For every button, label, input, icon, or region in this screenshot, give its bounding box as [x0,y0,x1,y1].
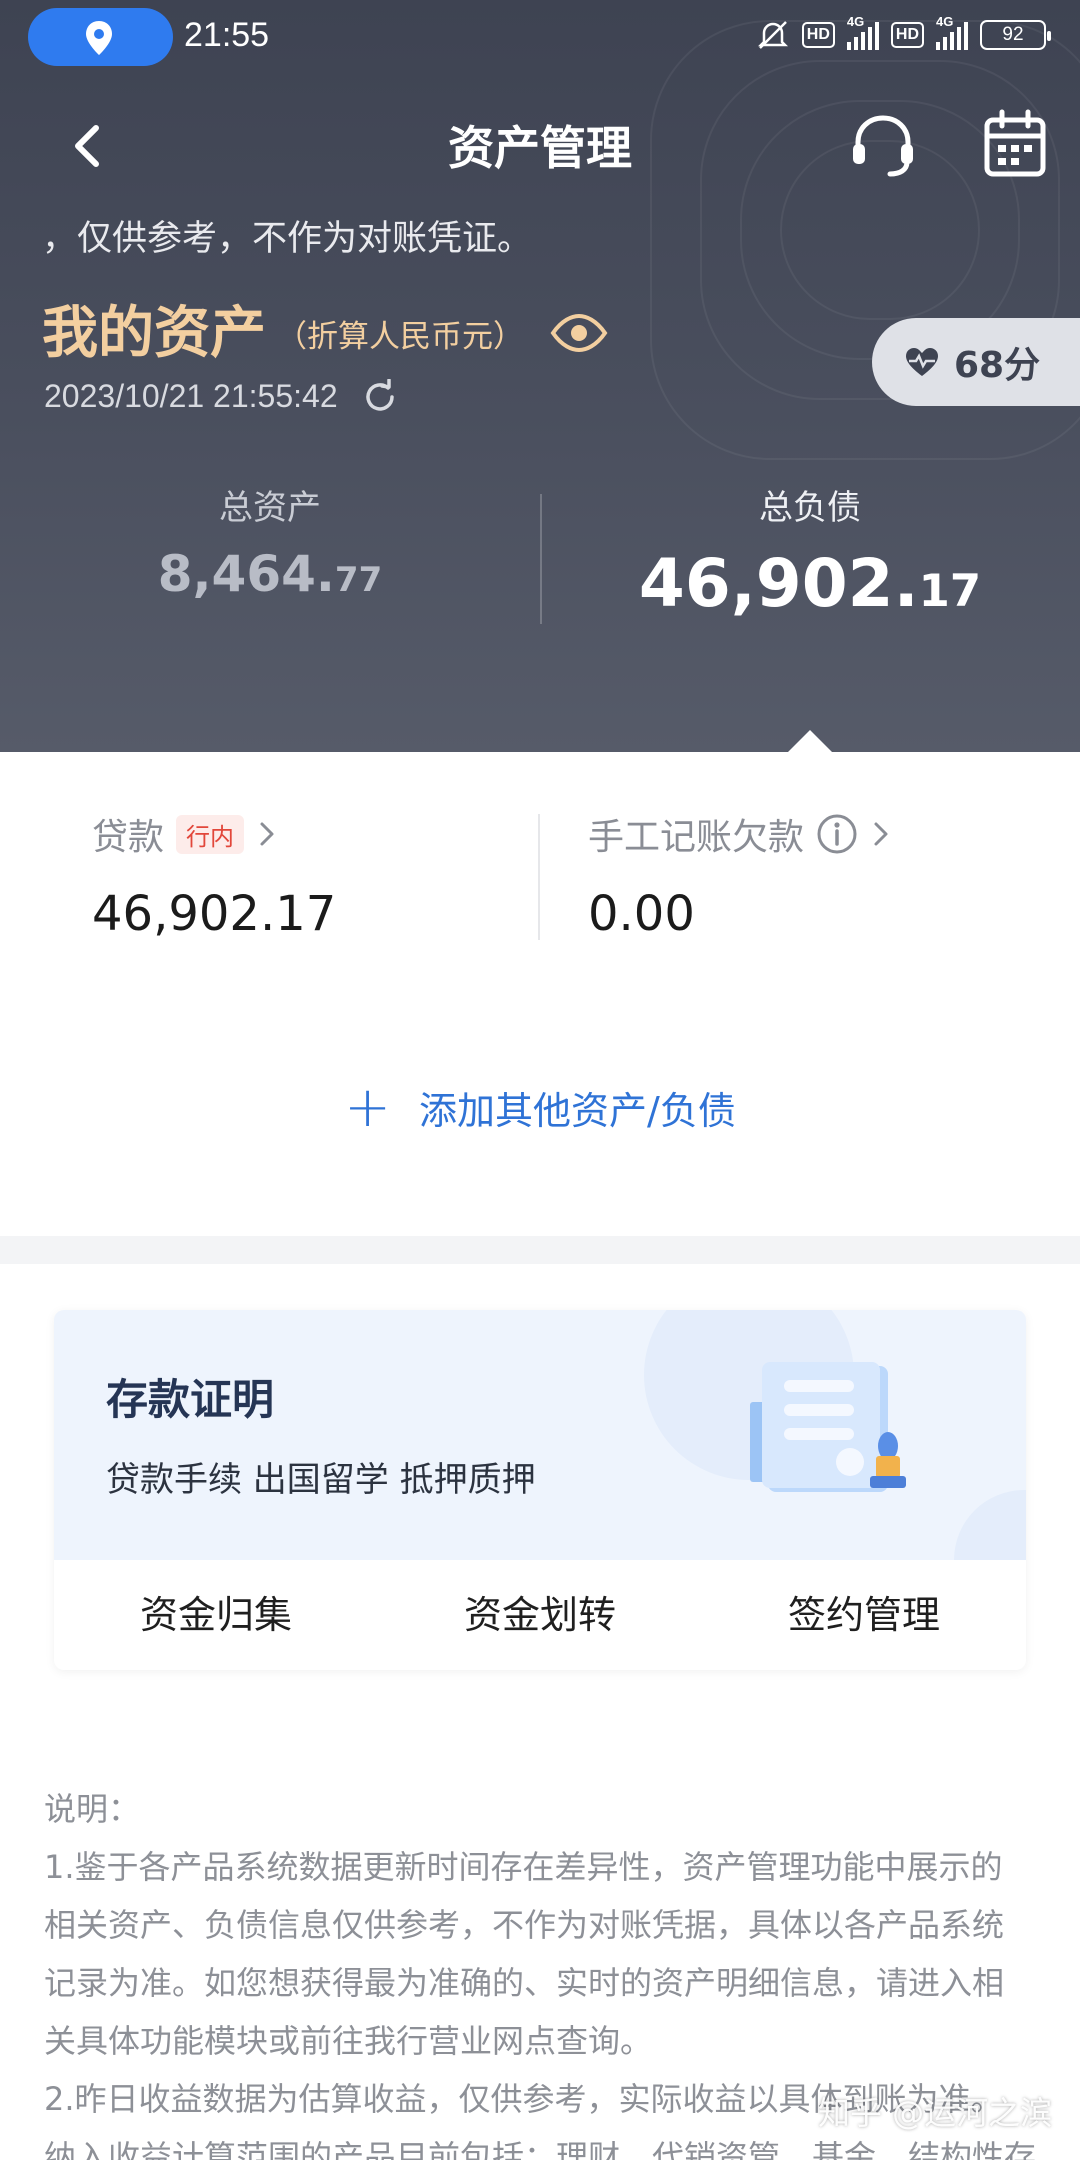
total-liabilities-value: 46,902.17 [638,545,982,622]
chevron-right-icon [260,822,274,846]
watermark: 知乎 @运河之滨 [818,2094,1053,2132]
signal-icon: 4G [846,14,879,50]
update-timestamp: 2023/10/21 21:55:42 [44,378,398,415]
hd-badge: HD [801,22,835,48]
nav-bar: 资产管理 [0,100,1080,190]
liability-divider [538,814,540,940]
status-bar: 21:55 HD 4G HD 4G 92 [0,0,1080,76]
deposit-actions: 资金归集 资金划转 签约管理 [54,1560,1026,1670]
totals-summary: 总资产 8,464.77 总负债 46,902.17 [0,480,1080,640]
refresh-icon[interactable] [362,378,398,415]
heart-pulse-icon [906,348,938,376]
eye-icon[interactable] [550,313,608,352]
currency-note: （折算人民币元） [276,319,524,355]
signal-icon: 4G [936,14,968,50]
fund-pooling-button[interactable]: 资金归集 [54,1560,378,1670]
total-liabilities[interactable]: 总负债 46,902.17 [540,480,1080,622]
fund-transfer-button[interactable]: 资金划转 [378,1560,702,1670]
asset-header: 21:55 HD 4G HD 4G 92 资产管理 ，仅供参考，不作为对账凭证。… [0,0,1080,752]
customer-service-button[interactable] [846,108,920,182]
calendar-button[interactable] [982,108,1048,182]
manual-debt-item[interactable]: 手工记账欠款 0.00 [588,808,892,942]
total-assets-label: 总资产 [219,488,321,528]
add-asset-liability-label: 添加其他资产/负债 [419,1089,736,1133]
add-asset-liability-button[interactable]: + 添加其他资产/负债 [0,1074,1080,1140]
total-liabilities-label: 总负债 [759,488,861,528]
loan-value: 46,902.17 [92,886,337,942]
status-time: 21:55 [184,16,270,54]
location-pin-icon [86,21,112,55]
mute-bell-icon [757,21,788,49]
liability-details: 贷款 行内 46,902.17 手工记账欠款 0.00 + 添加其他资产/负债 [0,752,1080,1236]
notes-line: 1.鉴于各产品系统数据更新时间存在差异性，资产管理功能中展示的 [44,1848,1003,1886]
manual-debt-label: 手工记账欠款 [588,817,805,858]
calendar-icon [984,109,1046,177]
hd-badge: HD [890,22,924,48]
info-icon[interactable] [816,813,858,855]
loan-label: 贷款 [92,817,165,858]
notes-line: 关具体功能模块或前往我行营业网点查询。 [44,2022,653,2060]
certificate-stamp-icon [750,1362,906,1492]
in-house-tag: 行内 [176,814,245,854]
notes-line: 说明： [44,1790,141,1828]
deposit-certificate-title: 存款证明 [106,1375,275,1424]
selected-tab-pointer [788,730,832,752]
my-assets-title: 我的资产 [42,301,266,366]
deposit-certificate-subtitle: 贷款手续 出国留学 抵押质押 [106,1460,536,1500]
total-assets[interactable]: 总资产 8,464.77 [0,480,540,603]
location-indicator[interactable] [28,8,173,66]
timestamp-text: 2023/10/21 21:55:42 [44,378,338,414]
total-assets-value: 8,464.77 [157,545,383,603]
deposit-certificate-banner[interactable]: 存款证明 贷款手续 出国留学 抵押质押 [54,1310,1026,1560]
deposit-certificate-card: 存款证明 贷款手续 出国留学 抵押质押 资金归集 资金划转 签约管理 [54,1310,1026,1670]
marquee-notice: ，仅供参考，不作为对账凭证。 [42,219,533,259]
headset-icon [853,115,913,177]
health-score-value: 68分 [954,345,1041,386]
chevron-right-icon [874,822,888,846]
plus-icon: + [344,1074,392,1140]
notes-line: 记录为准。如您想获得最为准确的、实时的资产明细信息，请进入相 [44,1964,1005,2002]
battery-icon: 92 [980,20,1051,50]
my-assets-heading: 我的资产 （折算人民币元） [42,288,608,369]
section-separator [0,1236,1080,1264]
health-score-badge[interactable]: 68分 [872,318,1080,406]
manual-debt-value: 0.00 [588,886,695,942]
loan-item[interactable]: 贷款 行内 46,902.17 [92,808,336,942]
notes-line: 相关资产、负债信息仅供参考，不作为对账凭据，具体以各产品系统 [44,1906,1005,1944]
contract-management-button[interactable]: 签约管理 [702,1560,1026,1670]
